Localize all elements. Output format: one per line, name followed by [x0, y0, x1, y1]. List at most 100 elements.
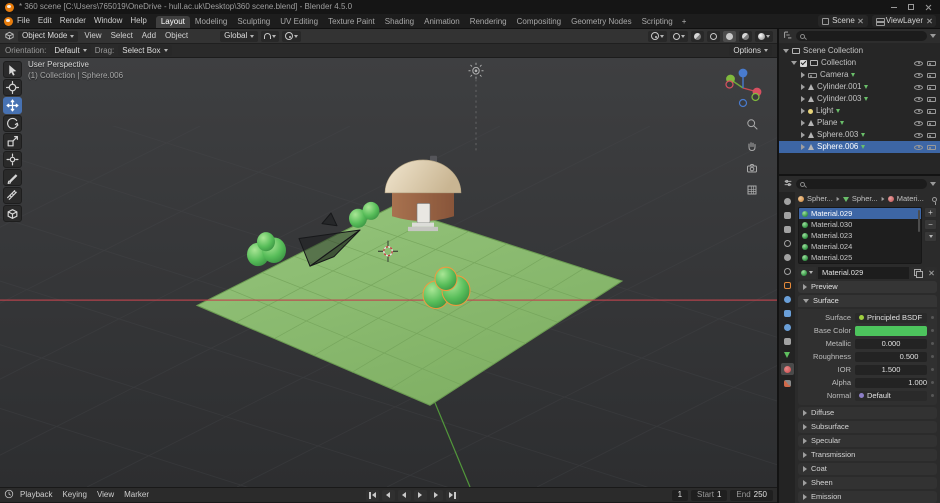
tab-material[interactable] [781, 363, 794, 375]
menu-edit[interactable]: Edit [34, 17, 56, 25]
hide-eye-icon[interactable] [914, 131, 923, 139]
material-slot-list[interactable]: Material.029 Material.030 Material.023 [798, 207, 922, 264]
remove-slot-button[interactable]: − [924, 219, 937, 230]
tab-object-data[interactable] [781, 349, 794, 361]
tool-scale[interactable] [3, 133, 22, 150]
material-slot[interactable]: Material.023 [799, 230, 921, 241]
tool-move[interactable] [3, 97, 22, 114]
filter-icon[interactable] [930, 182, 936, 186]
menu-marker[interactable]: Marker [120, 491, 153, 499]
breadcrumb-data[interactable]: Spher... [852, 195, 878, 203]
orientation-selector[interactable]: Default [50, 45, 90, 56]
render-visibility-icon[interactable] [927, 84, 936, 91]
outliner-item-collection[interactable]: Collection [779, 57, 940, 69]
workspace-tab-texture-paint[interactable]: Texture Paint [323, 16, 380, 28]
hide-eye-icon[interactable] [914, 107, 923, 115]
workspace-tab-uv-editing[interactable]: UV Editing [275, 16, 323, 28]
scene-unlink-icon[interactable] [858, 18, 864, 24]
3d-scene-canvas[interactable] [0, 58, 777, 487]
frame-end-field[interactable]: End 250 [730, 490, 773, 501]
workspace-tab-scripting[interactable]: Scripting [637, 16, 678, 28]
tab-render[interactable] [781, 209, 794, 221]
properties-search-input[interactable] [796, 179, 927, 189]
tab-view-layer[interactable] [781, 237, 794, 249]
slot-specials-button[interactable] [924, 231, 937, 242]
disclosure-icon[interactable] [801, 120, 805, 126]
workspace-tab-layout[interactable]: Layout [156, 16, 190, 28]
outliner-item-sphere-006[interactable]: Sphere.006 [779, 141, 940, 153]
disclosure-icon[interactable] [791, 61, 797, 65]
disclosure-icon[interactable] [801, 96, 805, 102]
tab-texture[interactable] [781, 377, 794, 389]
disclosure-icon[interactable] [801, 132, 805, 138]
alpha-slider[interactable]: 1.000 [855, 378, 927, 388]
editor-type-outliner-icon[interactable] [783, 30, 793, 42]
tool-rotate[interactable] [3, 115, 22, 132]
tool-cursor[interactable] [3, 79, 22, 96]
subpanel-coat[interactable]: Coat [798, 463, 937, 475]
unlink-material-button[interactable] [925, 267, 937, 279]
material-slot[interactable]: Material.025 [799, 252, 921, 263]
gizmos-toggle[interactable] [648, 31, 667, 42]
tool-transform[interactable] [3, 151, 22, 168]
material-slot[interactable]: Material.029 [799, 208, 921, 219]
menu-view[interactable]: View [81, 32, 104, 40]
disclosure-icon[interactable] [801, 108, 805, 114]
tab-tool[interactable] [781, 195, 794, 207]
workspace-tab-modeling[interactable]: Modeling [190, 16, 232, 28]
workspace-tab-compositing[interactable]: Compositing [512, 16, 566, 28]
editor-type-3d-viewport-icon[interactable] [4, 30, 15, 43]
preview-panel-header[interactable]: Preview [798, 281, 937, 293]
menu-timeline-view[interactable]: View [93, 491, 118, 499]
tab-output[interactable] [781, 223, 794, 235]
disclosure-icon[interactable] [783, 49, 789, 53]
breadcrumb-material[interactable]: Materi... [897, 195, 924, 203]
breadcrumb-object[interactable]: Spher... [807, 195, 833, 203]
render-visibility-icon[interactable] [927, 120, 936, 127]
subpanel-sheen[interactable]: Sheen [798, 477, 937, 489]
tool-measure[interactable] [3, 187, 22, 204]
overlays-toggle[interactable] [670, 31, 688, 42]
disclosure-icon[interactable] [801, 84, 805, 90]
subpanel-emission[interactable]: Emission [798, 491, 937, 503]
transform-orientation-selector[interactable]: Global [220, 31, 258, 42]
tab-particles[interactable] [781, 307, 794, 319]
frame-start-field[interactable]: Start 1 [691, 490, 727, 501]
minimize-icon[interactable] [891, 7, 897, 8]
outliner-item-sphere-003[interactable]: Sphere.003 [779, 129, 940, 141]
add-workspace-button[interactable]: + [678, 16, 691, 28]
keyframe-dot-icon[interactable] [931, 342, 934, 345]
shading-material-button[interactable] [739, 31, 752, 42]
material-slot[interactable]: Material.030 [799, 219, 921, 230]
blender-menu-icon[interactable] [4, 17, 13, 26]
keyframe-dot-icon[interactable] [931, 355, 934, 358]
normal-selector[interactable]: Default [855, 391, 927, 401]
keyframe-dot-icon[interactable] [931, 329, 934, 332]
menu-add[interactable]: Add [139, 32, 159, 40]
editor-type-timeline-icon[interactable] [4, 489, 14, 501]
menu-window[interactable]: Window [90, 17, 126, 25]
outliner-item-scene-collection[interactable]: Scene Collection [779, 45, 940, 57]
hide-eye-icon[interactable] [914, 59, 923, 67]
roughness-slider[interactable]: 0.500 [855, 352, 927, 362]
keyframe-dot-icon[interactable] [931, 381, 934, 384]
tab-world[interactable] [781, 265, 794, 277]
camera-view-icon[interactable] [746, 162, 758, 176]
close-icon[interactable] [925, 4, 932, 11]
tab-modifiers[interactable] [781, 293, 794, 305]
render-visibility-icon[interactable] [927, 96, 936, 103]
surface-panel-header[interactable]: Surface [798, 295, 937, 307]
maximize-icon[interactable] [908, 4, 914, 10]
hide-eye-icon[interactable] [914, 71, 923, 79]
material-slot[interactable]: Material.024 [799, 241, 921, 252]
scene-selector[interactable]: Scene [818, 15, 868, 27]
navigation-gizmo[interactable] [721, 66, 765, 110]
pan-hand-icon[interactable] [746, 140, 758, 154]
tool-options-button[interactable]: Options [729, 45, 772, 56]
jump-to-end-button[interactable] [446, 490, 459, 501]
shader-selector[interactable]: Principled BSDF [855, 313, 927, 323]
workspace-tab-rendering[interactable]: Rendering [465, 16, 512, 28]
next-keyframe-button[interactable] [430, 490, 443, 501]
filter-icon[interactable] [930, 34, 936, 38]
render-visibility-icon[interactable] [927, 108, 936, 115]
